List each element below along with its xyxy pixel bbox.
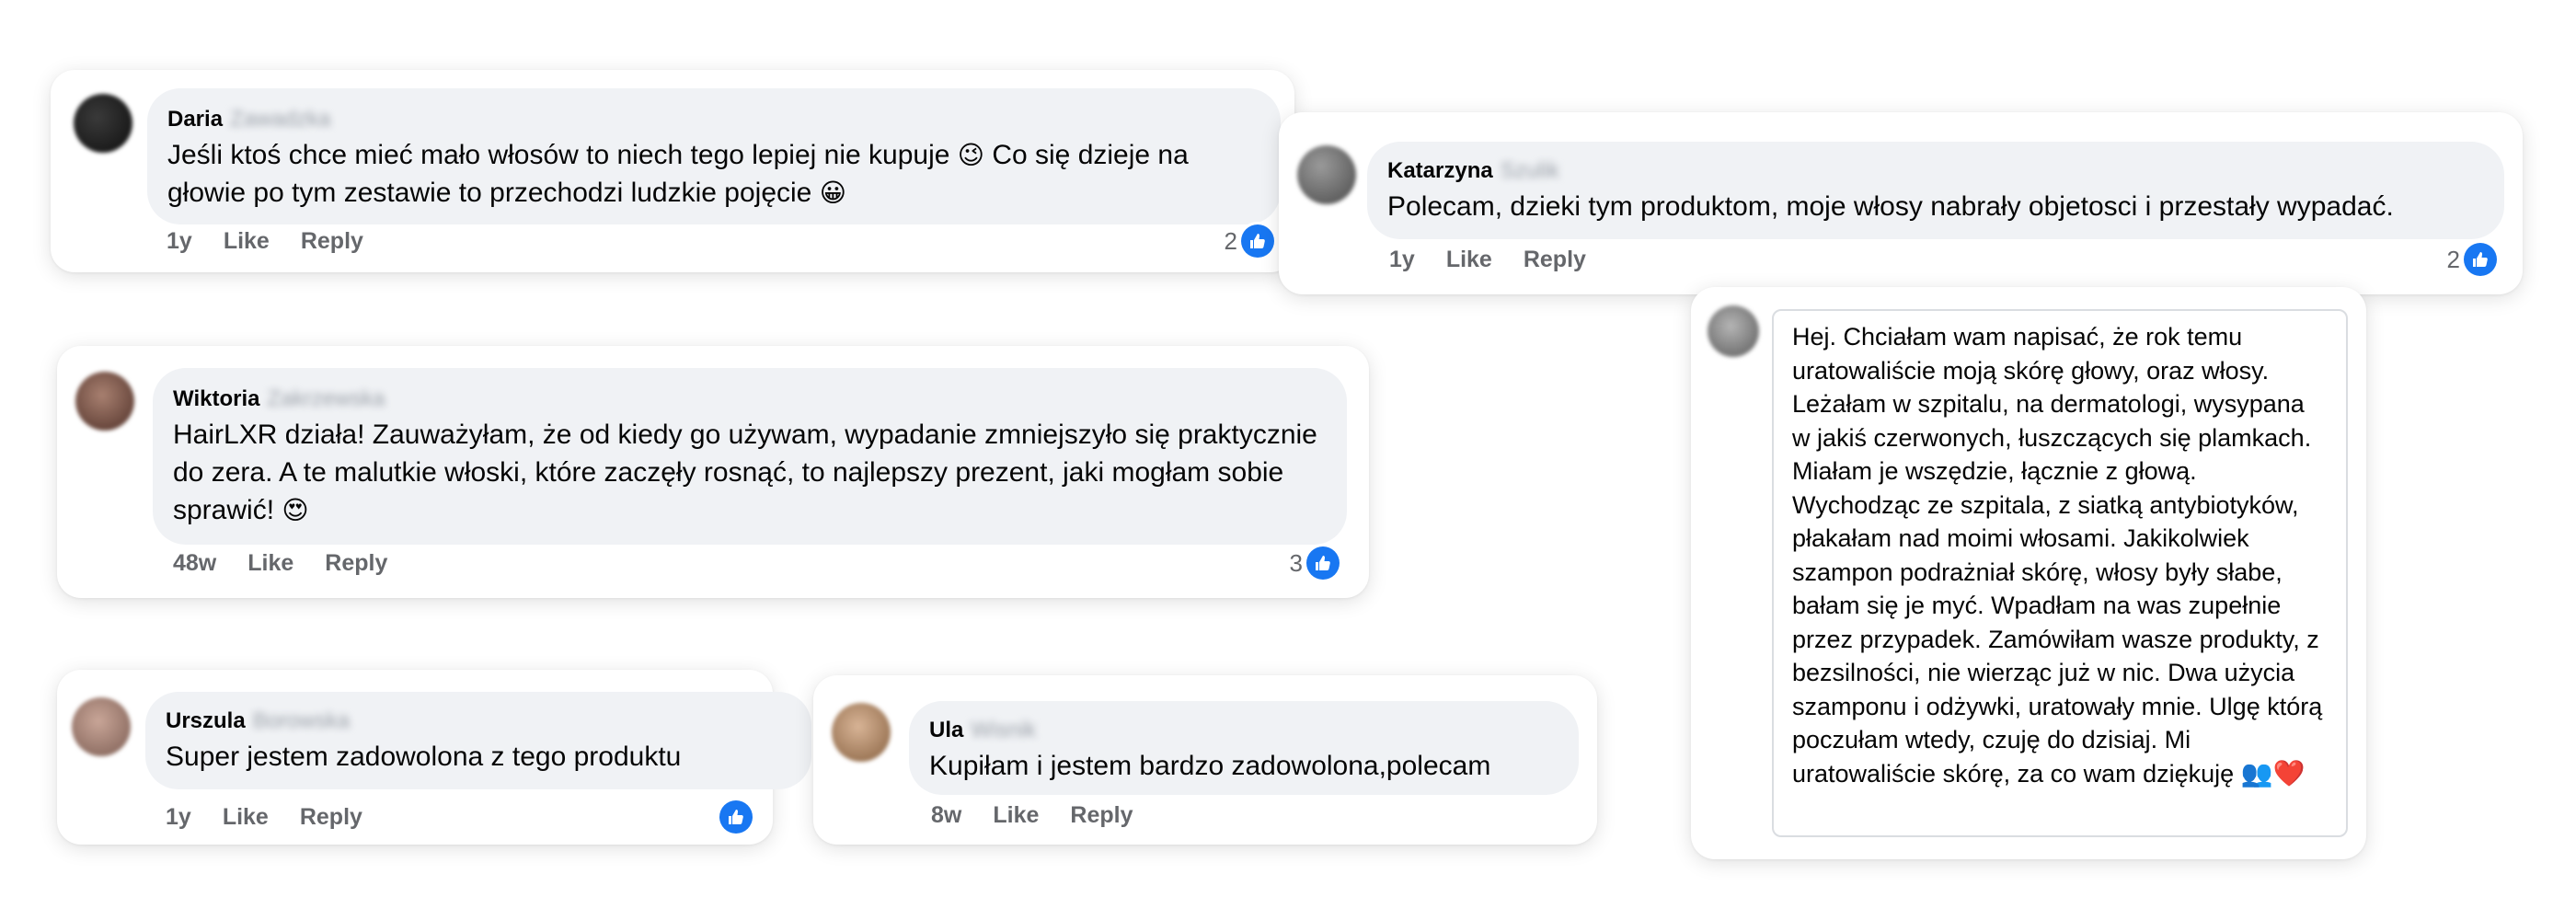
comment-card-urszula: Urszula Borowska Super jestem zadowolona … (57, 670, 811, 845)
people-heart-emoji: 👥❤️ (2240, 757, 2306, 788)
comment-actions: 8w Like Reply (931, 802, 1133, 829)
comment-text: Hej. Chciałam wam napisać, że rok temu u… (1792, 323, 2323, 788)
comment-actions: 1y Like Reply (166, 804, 362, 831)
avatar[interactable] (832, 703, 891, 762)
reaction-count: 3 (1289, 548, 1303, 577)
avatar[interactable] (75, 372, 134, 431)
reply-button[interactable]: Reply (325, 550, 387, 577)
winking-face-emoji: 😉 (957, 140, 984, 170)
comment-bubble: Katarzyna Szulik Polecam, dzieki tym prod… (1367, 142, 2504, 239)
reply-button[interactable]: Reply (300, 804, 362, 831)
long-comment-bubble: Hej. Chciałam wam napisać, że rok temu u… (1772, 309, 2348, 837)
avatar[interactable] (1708, 305, 1759, 357)
comment-time[interactable]: 1y (167, 228, 192, 255)
comment-actions: 48w Like Reply (173, 550, 387, 577)
like-button[interactable]: Like (223, 804, 269, 831)
like-thumb-icon (1241, 224, 1274, 258)
comment-time[interactable]: 48w (173, 550, 216, 577)
like-thumb-icon (719, 800, 753, 834)
like-button[interactable]: Like (224, 228, 270, 255)
comment-author[interactable]: Daria Zawadzka (167, 105, 1260, 134)
long-comment-card: Hej. Chciałam wam napisać, że rok temu u… (1691, 287, 2366, 859)
reaction-summary[interactable] (719, 800, 753, 834)
grinning-face-emoji: 😀 (819, 178, 846, 208)
comment-card-katarzyna: Katarzyna Szulik Polecam, dzieki tym prod… (1279, 112, 2523, 294)
reaction-summary[interactable]: 2 (2447, 243, 2497, 276)
like-thumb-icon (2464, 243, 2497, 276)
like-button[interactable]: Like (993, 802, 1039, 829)
avatar[interactable] (74, 94, 132, 153)
comment-text: HairLXR działa! Zauważyłam, że od kiedy … (173, 420, 1317, 525)
like-button[interactable]: Like (247, 550, 293, 577)
reply-button[interactable]: Reply (1070, 802, 1133, 829)
comment-time[interactable]: 8w (931, 802, 961, 829)
comment-card-wiktoria: Wiktoria Zakrzewska HairLXR działa! Zauwa… (57, 346, 1369, 598)
comment-text: Super jestem zadowolona z tego produktu (166, 742, 682, 772)
comment-author[interactable]: Wiktoria Zakrzewska (173, 385, 1327, 414)
like-thumb-icon (1306, 546, 1340, 580)
comment-bubble: Urszula Borowska Super jestem zadowolona … (145, 692, 811, 789)
comment-card-daria: Daria Zawadzka Jeśli ktoś chce mieć mało … (51, 70, 1294, 272)
comment-actions: 1y Like Reply (1389, 247, 1586, 273)
comment-time[interactable]: 1y (1389, 247, 1415, 273)
comment-bubble: Ula Wisnik Kupiłam i jestem bardzo zadowo… (909, 701, 1579, 795)
comment-bubble: Daria Zawadzka Jeśli ktoś chce mieć mało … (147, 88, 1281, 224)
comment-author[interactable]: Ula Wisnik (929, 716, 1558, 745)
reaction-summary[interactable]: 2 (1225, 224, 1274, 258)
comment-card-ula: Ula Wisnik Kupiłam i jestem bardzo zadowo… (813, 675, 1597, 845)
reply-button[interactable]: Reply (301, 228, 363, 255)
reaction-count: 2 (1224, 226, 1237, 255)
avatar[interactable] (72, 697, 131, 756)
comment-text: Jeśli ktoś chce mieć mało włosów to niec… (167, 140, 1189, 208)
comment-text: Polecam, dzieki tym produktom, moje włos… (1387, 191, 2394, 222)
comment-bubble: Wiktoria Zakrzewska HairLXR działa! Zauwa… (153, 368, 1347, 545)
avatar[interactable] (1297, 145, 1356, 204)
reply-button[interactable]: Reply (1524, 247, 1586, 273)
comment-author[interactable]: Urszula Borowska (166, 707, 791, 736)
comment-actions: 1y Like Reply (167, 228, 363, 255)
reaction-summary[interactable]: 3 (1290, 546, 1340, 580)
comment-author[interactable]: Katarzyna Szulik (1387, 156, 2484, 186)
comment-text: Kupiłam i jestem bardzo zadowolona,polec… (929, 751, 1491, 781)
reaction-count: 2 (2446, 245, 2460, 273)
comment-time[interactable]: 1y (166, 804, 191, 831)
like-button[interactable]: Like (1446, 247, 1492, 273)
heart-eyes-emoji: 😍 (282, 495, 309, 525)
